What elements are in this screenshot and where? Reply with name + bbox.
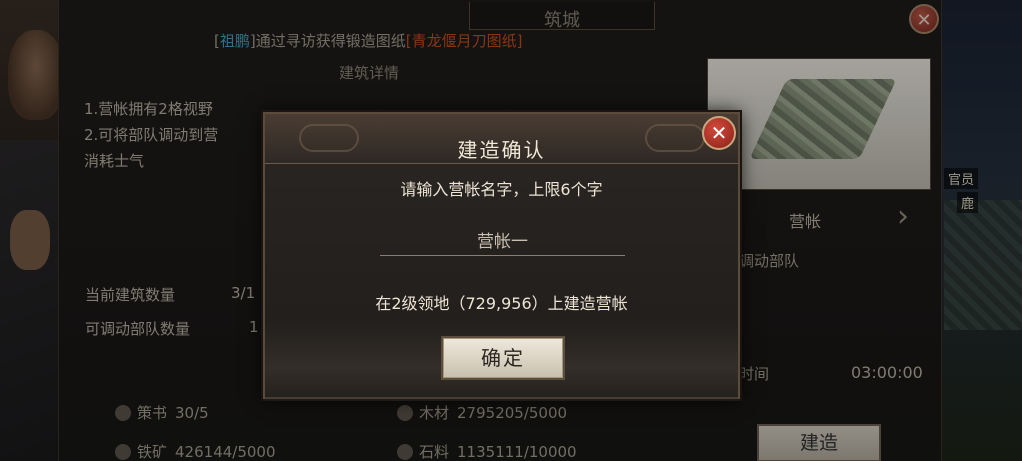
dialog-title: 建造确认 [457,138,546,162]
build-location-text: 在2级领地（729,956）上建造营帐 [375,294,628,313]
name-prompt: 请输入营帐名字，上限6个字 [400,180,603,199]
dialog-header: 建造确认 [265,114,738,164]
camp-name-input[interactable] [380,224,625,256]
build-confirm-dialog: 建造确认 ✕ 请输入营帐名字，上限6个字 在2级领地（729,956）上建造营帐… [263,112,740,401]
dialog-close-icon[interactable]: ✕ [702,116,736,150]
confirm-button[interactable]: 确定 [441,336,565,380]
